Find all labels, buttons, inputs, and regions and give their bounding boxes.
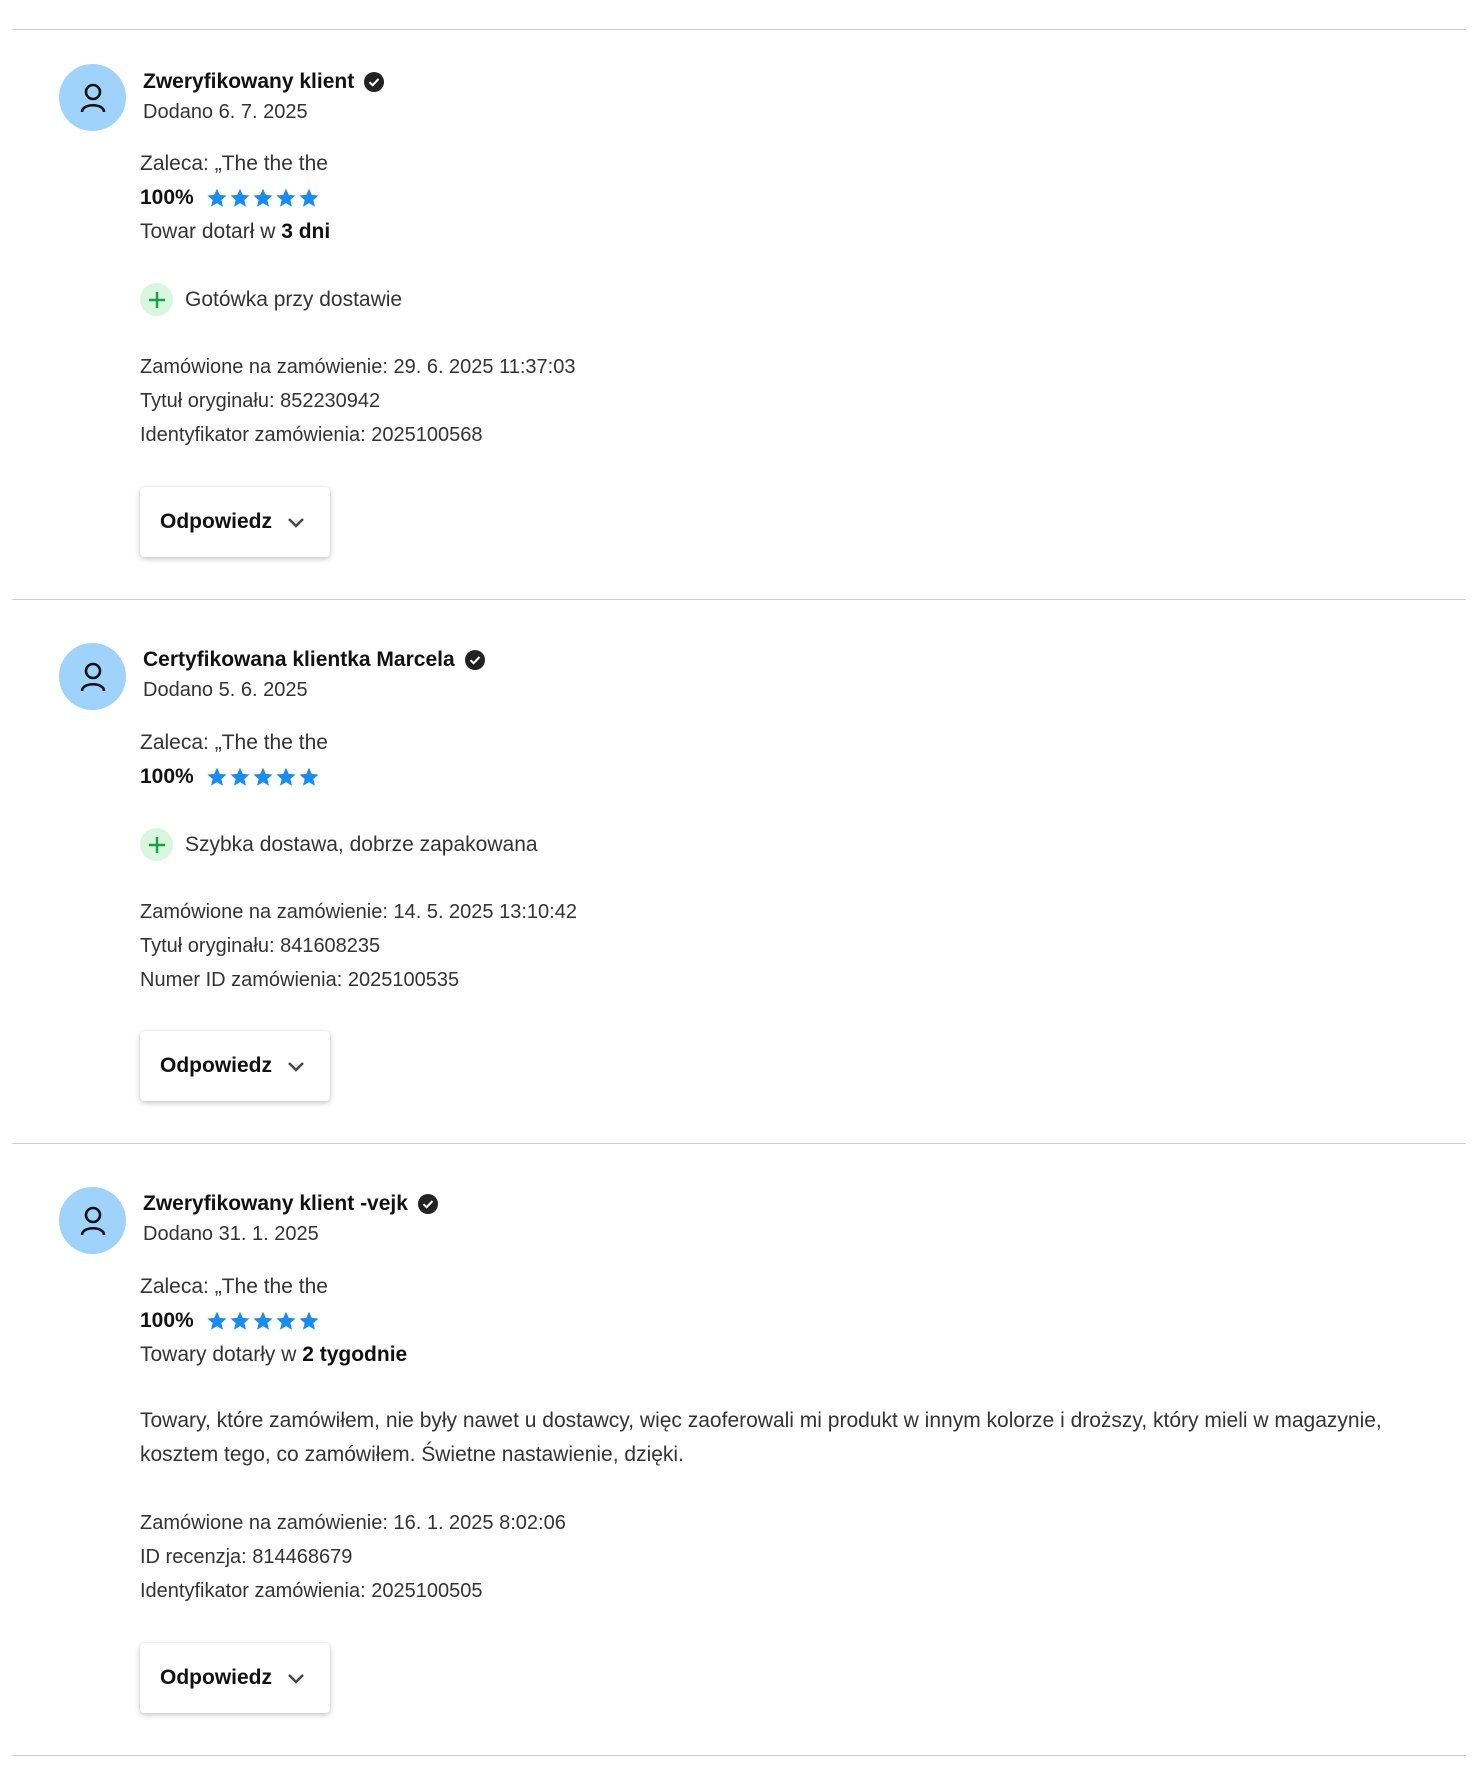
verified-check-icon xyxy=(417,1194,438,1214)
author-row: Certyfikowana klientka Marcela xyxy=(143,648,485,672)
rating-percent: 100% xyxy=(140,186,194,209)
plus-icon xyxy=(140,283,173,316)
rating: 100% xyxy=(140,765,320,789)
order-meta: Zamówione na zamówienie: 29. 6. 2025 11:… xyxy=(140,350,575,452)
delivery-label: Towar dotarł w xyxy=(140,220,282,243)
star-icon xyxy=(230,1311,250,1330)
delivery-time: Towar dotarł w 3 dni xyxy=(140,220,330,244)
reply-label: Odpowiedz xyxy=(160,510,272,533)
verified-check-icon xyxy=(364,72,385,92)
avatar xyxy=(59,643,126,710)
recommends-text: Zaleca: „The the the xyxy=(140,1275,328,1298)
divider xyxy=(12,599,1466,600)
order-date: Zamówione na zamówienie: 29. 6. 2025 11:… xyxy=(140,356,576,378)
delivery-time: Towary dotarły w 2 tygodnie xyxy=(140,1343,407,1367)
user-icon xyxy=(80,1206,105,1235)
reply-label: Odpowiedz xyxy=(160,1054,272,1077)
review-text: Towary, które zamówiłem, nie były nawet … xyxy=(140,1409,1382,1466)
star-icon xyxy=(299,188,319,207)
pro-text: Szybka dostawa, dobrze zapakowana xyxy=(185,832,538,856)
original-title: Tytuł oryginału: 841608235 xyxy=(140,935,381,957)
reply-button[interactable]: Odpowiedz xyxy=(140,1643,330,1713)
verified-check-icon xyxy=(464,650,485,670)
star-icon xyxy=(276,767,296,786)
author-name: Zweryfikowany klient xyxy=(143,70,355,93)
rating-percent: 100% xyxy=(140,765,194,788)
review-date: Dodano 5. 6. 2025 xyxy=(143,679,308,701)
star-rating xyxy=(206,187,320,209)
order-id: Identyfikator zamówienia: 2025100568 xyxy=(140,424,483,446)
star-icon xyxy=(207,1311,227,1330)
rating: 100% xyxy=(140,1309,320,1333)
delivery-value: 3 dni xyxy=(281,220,331,243)
review-date: Dodano 31. 1. 2025 xyxy=(143,1223,319,1245)
star-icon xyxy=(299,767,319,786)
pro-text: Gotówka przy dostawie xyxy=(185,287,403,311)
order-meta: Zamówione na zamówienie: 14. 5. 2025 13:… xyxy=(140,895,577,997)
avatar xyxy=(59,64,126,131)
delivery-value: 2 tygodnie xyxy=(302,1343,408,1366)
star-icon xyxy=(253,188,273,207)
star-icon xyxy=(299,1311,319,1330)
review-id: ID recenzja: 814468679 xyxy=(140,1546,353,1568)
star-icon xyxy=(253,1311,273,1330)
star-icon xyxy=(207,767,227,786)
reply-button[interactable]: Odpowiedz xyxy=(140,1031,330,1101)
star-icon xyxy=(230,767,250,786)
author-row: Zweryfikowany klient -vejk xyxy=(143,1192,438,1216)
avatar xyxy=(59,1187,126,1254)
order-id: Identyfikator zamówienia: 2025100505 xyxy=(140,1580,483,1602)
rating-percent: 100% xyxy=(140,1309,194,1332)
user-icon xyxy=(80,662,105,691)
rating: 100% xyxy=(140,186,320,210)
star-icon xyxy=(276,1311,296,1330)
order-date: Zamówione na zamówienie: 14. 5. 2025 13:… xyxy=(140,901,577,923)
author-name: Certyfikowana klientka Marcela xyxy=(143,648,455,671)
divider xyxy=(12,29,1466,30)
original-title: Tytuł oryginału: 852230942 xyxy=(140,390,381,412)
pro-item: Gotówka przy dostawie xyxy=(140,283,402,316)
order-meta: Zamówione na zamówienie: 16. 1. 2025 8:0… xyxy=(140,1506,566,1608)
order-date: Zamówione na zamówienie: 16. 1. 2025 8:0… xyxy=(140,1512,566,1534)
star-icon xyxy=(276,188,296,207)
star-icon xyxy=(253,767,273,786)
chevron-down-icon xyxy=(288,1674,304,1684)
chevron-down-icon xyxy=(288,518,304,528)
star-icon xyxy=(230,188,250,207)
order-id: Numer ID zamówienia: 2025100535 xyxy=(140,969,460,991)
delivery-label: Towary dotarły w xyxy=(140,1343,303,1366)
recommends-text: Zaleca: „The the the xyxy=(140,731,328,754)
star-icon xyxy=(207,188,227,207)
reply-button[interactable]: Odpowiedz xyxy=(140,487,330,557)
reply-label: Odpowiedz xyxy=(160,1666,272,1689)
author-row: Zweryfikowany klient xyxy=(143,70,385,94)
user-icon xyxy=(80,83,105,112)
star-rating xyxy=(206,766,320,788)
divider xyxy=(12,1143,1466,1144)
chevron-down-icon xyxy=(288,1062,304,1072)
author-name: Zweryfikowany klient -vejk xyxy=(143,1192,408,1215)
review-date: Dodano 6. 7. 2025 xyxy=(143,101,308,123)
star-rating xyxy=(206,1310,320,1332)
recommends-text: Zaleca: „The the the xyxy=(140,152,328,175)
pro-item: Szybka dostawa, dobrze zapakowana xyxy=(140,828,538,861)
divider xyxy=(12,1755,1466,1756)
plus-icon xyxy=(140,828,173,861)
